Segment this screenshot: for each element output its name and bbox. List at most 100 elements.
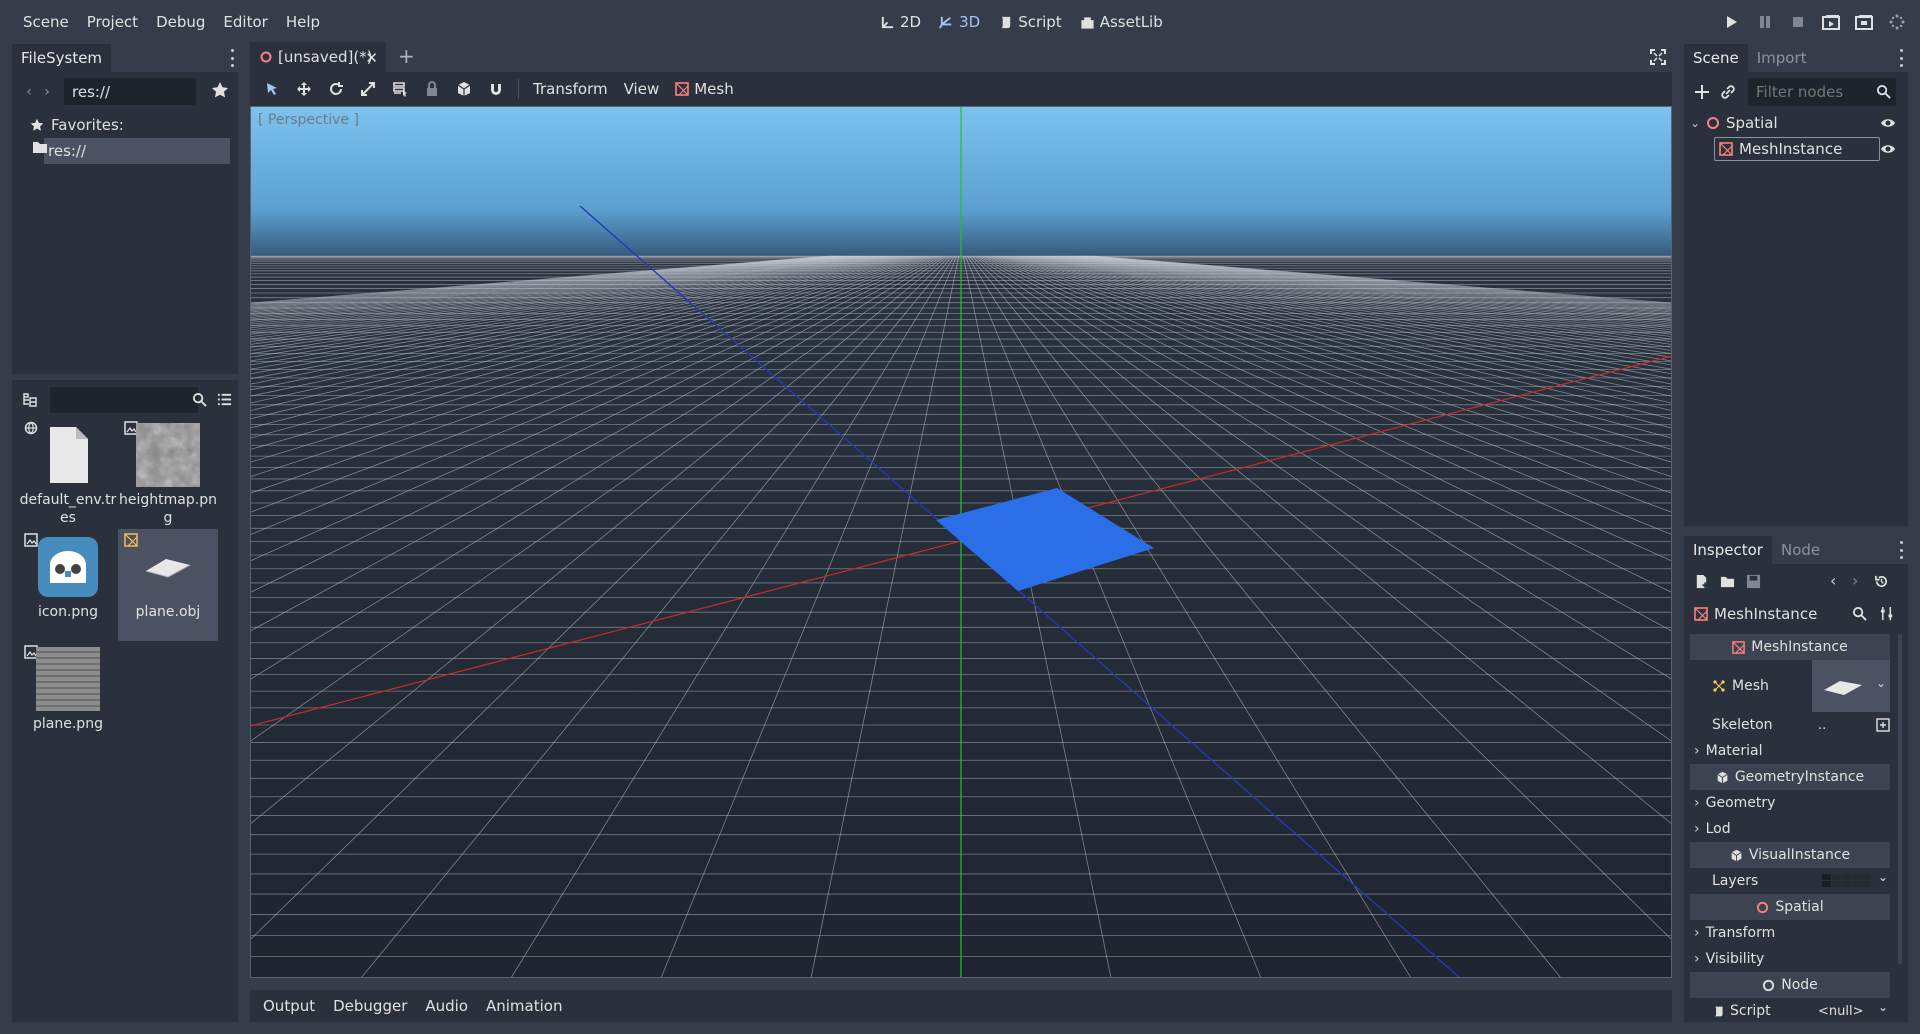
tree-toggle-icon[interactable]: [22, 392, 38, 408]
pause-icon[interactable]: [1755, 13, 1774, 32]
viewport-canvas[interactable]: [250, 106, 1672, 978]
filesystem-splitter[interactable]: [12, 374, 238, 380]
back-icon[interactable]: ‹: [20, 84, 38, 100]
section-transform[interactable]: › Transform: [1690, 920, 1890, 946]
add-node-icon[interactable]: [1694, 84, 1710, 100]
dropdown-arrow-icon[interactable]: ⌄: [1878, 1000, 1888, 1014]
visibility-eye-icon[interactable]: [1880, 115, 1896, 131]
tool-settings-icon[interactable]: [1880, 606, 1895, 621]
menu-project[interactable]: Project: [78, 9, 147, 35]
inspector-menu-icon[interactable]: [1898, 541, 1904, 559]
tab-filesystem[interactable]: FileSystem: [12, 44, 112, 72]
play-icon[interactable]: [1722, 13, 1741, 32]
tree-res-root[interactable]: res://: [44, 138, 230, 164]
stop-icon[interactable]: [1788, 13, 1807, 32]
path-field[interactable]: [64, 78, 196, 105]
filter-nodes-input[interactable]: [1748, 78, 1896, 106]
favorite-star-icon[interactable]: [211, 81, 229, 99]
tab-inspector[interactable]: Inspector: [1684, 536, 1772, 564]
history-forward-icon[interactable]: ›: [1852, 571, 1858, 590]
file-item[interactable]: heightmap.png: [118, 417, 218, 529]
main-menu: Scene Project Debug Editor Help: [14, 0, 329, 44]
menu-help[interactable]: Help: [277, 9, 329, 35]
section-material[interactable]: › Material: [1690, 738, 1890, 764]
snap-icon[interactable]: [480, 75, 512, 103]
save-icon[interactable]: [1746, 574, 1761, 589]
node-meshinstance[interactable]: MeshInstance: [1688, 136, 1904, 162]
spatial-node-icon: [1757, 901, 1769, 913]
scene-dock-menu-icon[interactable]: [1898, 49, 1904, 67]
scene-tab-unsaved[interactable]: [unsaved](*) ✕: [250, 42, 386, 72]
search-icon[interactable]: [1876, 84, 1891, 99]
mesh-preview-slot[interactable]: ⌄: [1812, 660, 1890, 712]
mesh-menu[interactable]: Mesh: [667, 80, 742, 98]
file-item[interactable]: default_env.tres: [18, 417, 118, 529]
link-icon[interactable]: [1720, 84, 1736, 100]
forward-icon[interactable]: ›: [38, 84, 56, 100]
search-icon[interactable]: [1852, 606, 1867, 621]
inspector-toolbar: ‹ ›: [1688, 570, 1904, 594]
history-icon[interactable]: [1874, 574, 1889, 589]
tab-animation[interactable]: Animation: [477, 997, 571, 1015]
inspected-object[interactable]: MeshInstance: [1688, 602, 1904, 626]
node-selection-box[interactable]: MeshInstance: [1714, 137, 1880, 161]
play-custom-scene-icon[interactable]: [1854, 13, 1873, 32]
filesystem-menu-icon[interactable]: [229, 49, 235, 67]
3d-viewport[interactable]: [ Perspective ]: [250, 106, 1672, 978]
distraction-free-icon[interactable]: [1650, 49, 1666, 65]
inspector-scrollbar[interactable]: [1898, 634, 1902, 964]
file-filter-input[interactable]: [50, 387, 198, 413]
assign-node-icon[interactable]: [1876, 718, 1890, 732]
tab-output[interactable]: Output: [254, 997, 324, 1015]
select-tool-icon[interactable]: [256, 75, 288, 103]
workspace-script-button[interactable]: Script: [998, 13, 1062, 31]
dropdown-arrow-icon[interactable]: ⌄: [1878, 870, 1888, 884]
tab-debugger[interactable]: Debugger: [324, 997, 416, 1015]
workspace-2d-button[interactable]: 2D: [880, 13, 921, 31]
section-visibility[interactable]: › Visibility: [1690, 946, 1890, 972]
property-mesh[interactable]: Mesh ⌄: [1690, 660, 1890, 712]
tree-favorites[interactable]: Favorites:: [20, 112, 230, 138]
perspective-label[interactable]: [ Perspective ]: [258, 112, 359, 128]
layers-grid[interactable]: [1822, 874, 1874, 888]
menu-debug[interactable]: Debug: [147, 9, 214, 35]
visibility-eye-icon[interactable]: [1880, 141, 1896, 157]
tab-scene[interactable]: Scene: [1684, 44, 1748, 72]
node-spatial[interactable]: ⌄ Spatial: [1688, 110, 1904, 136]
search-icon[interactable]: [192, 392, 207, 407]
res-root-label: res://: [48, 142, 87, 160]
move-tool-icon[interactable]: [288, 75, 320, 103]
open-folder-icon[interactable]: [1720, 574, 1735, 589]
workspace-3d-button[interactable]: 3D: [939, 13, 980, 31]
list-select-tool-icon[interactable]: [384, 75, 416, 103]
section-geometry[interactable]: › Geometry: [1690, 790, 1890, 816]
file-item[interactable]: icon.png: [18, 529, 118, 641]
file-item[interactable]: plane.png: [18, 641, 118, 753]
history-back-icon[interactable]: ‹: [1830, 571, 1836, 590]
tab-audio[interactable]: Audio: [416, 997, 477, 1015]
close-icon[interactable]: ✕: [365, 49, 378, 67]
new-resource-icon[interactable]: [1694, 574, 1709, 589]
view-menu[interactable]: View: [616, 80, 668, 98]
property-skeleton[interactable]: Skeleton ..: [1690, 712, 1890, 738]
group-icon[interactable]: [448, 75, 480, 103]
file-name: plane.png: [33, 716, 103, 732]
add-tab-icon[interactable]: +: [398, 46, 415, 66]
play-scene-icon[interactable]: [1821, 13, 1840, 32]
transform-menu[interactable]: Transform: [525, 80, 616, 98]
section-lod[interactable]: › Lod: [1690, 816, 1890, 842]
file-item[interactable]: plane.obj: [118, 529, 218, 641]
menu-editor[interactable]: Editor: [214, 9, 276, 35]
workspace-assetlib-button[interactable]: AssetLib: [1080, 13, 1163, 31]
property-script[interactable]: Script <null> ⌄: [1690, 998, 1890, 1022]
lock-icon[interactable]: [416, 75, 448, 103]
collapse-arrow-icon[interactable]: ⌄: [1688, 116, 1702, 130]
property-layers[interactable]: Layers ⌄: [1690, 868, 1890, 894]
rotate-tool-icon[interactable]: [320, 75, 352, 103]
tab-import[interactable]: Import: [1748, 44, 1816, 72]
tab-node[interactable]: Node: [1772, 536, 1829, 564]
list-view-icon[interactable]: [217, 392, 232, 407]
dropdown-arrow-icon[interactable]: ⌄: [1876, 676, 1886, 690]
scale-tool-icon[interactable]: [352, 75, 384, 103]
menu-scene[interactable]: Scene: [14, 9, 78, 35]
